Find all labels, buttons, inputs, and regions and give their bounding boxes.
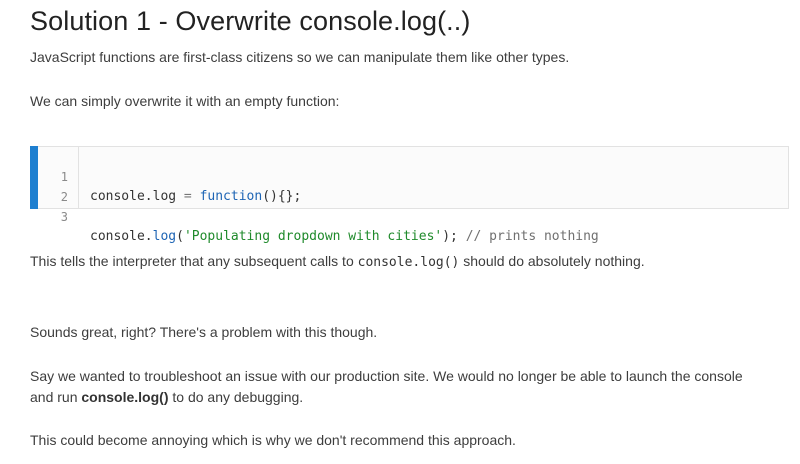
code-block: 1 console.log = function(){}; 2 3 consol… [30,146,789,244]
bold-code: console.log() [81,389,169,405]
problem-paragraph: Sounds great, right? There's a problem w… [30,324,378,340]
troubleshoot-paragraph-line-1: Say we wanted to troubleshoot an issue w… [30,368,743,384]
intro-paragraph: JavaScript functions are first-class cit… [30,49,570,65]
page-title: Solution 1 - Overwrite console.log(..) [30,6,471,36]
code-line-text: console.log('Populating dropdown with ci… [90,229,599,244]
interpreter-paragraph: This tells the interpreter that any subs… [30,253,645,270]
troubleshoot-paragraph-line-2: and run console.log() to do any debuggin… [30,389,304,405]
overwrite-paragraph: We can simply overwrite it with an empty… [30,93,340,109]
code-line-text: console.log = function(){}; [90,189,302,204]
code-line-1: 1 console.log = function(){}; [30,147,302,204]
code-line-2: 2 [30,167,77,204]
conclusion-paragraph: This could become annoying which is why … [30,432,516,448]
line-number: 3 [60,210,68,224]
code-line-3: 3 console.log('Populating dropdown with … [30,187,599,244]
inline-code: console.log() [357,255,460,270]
